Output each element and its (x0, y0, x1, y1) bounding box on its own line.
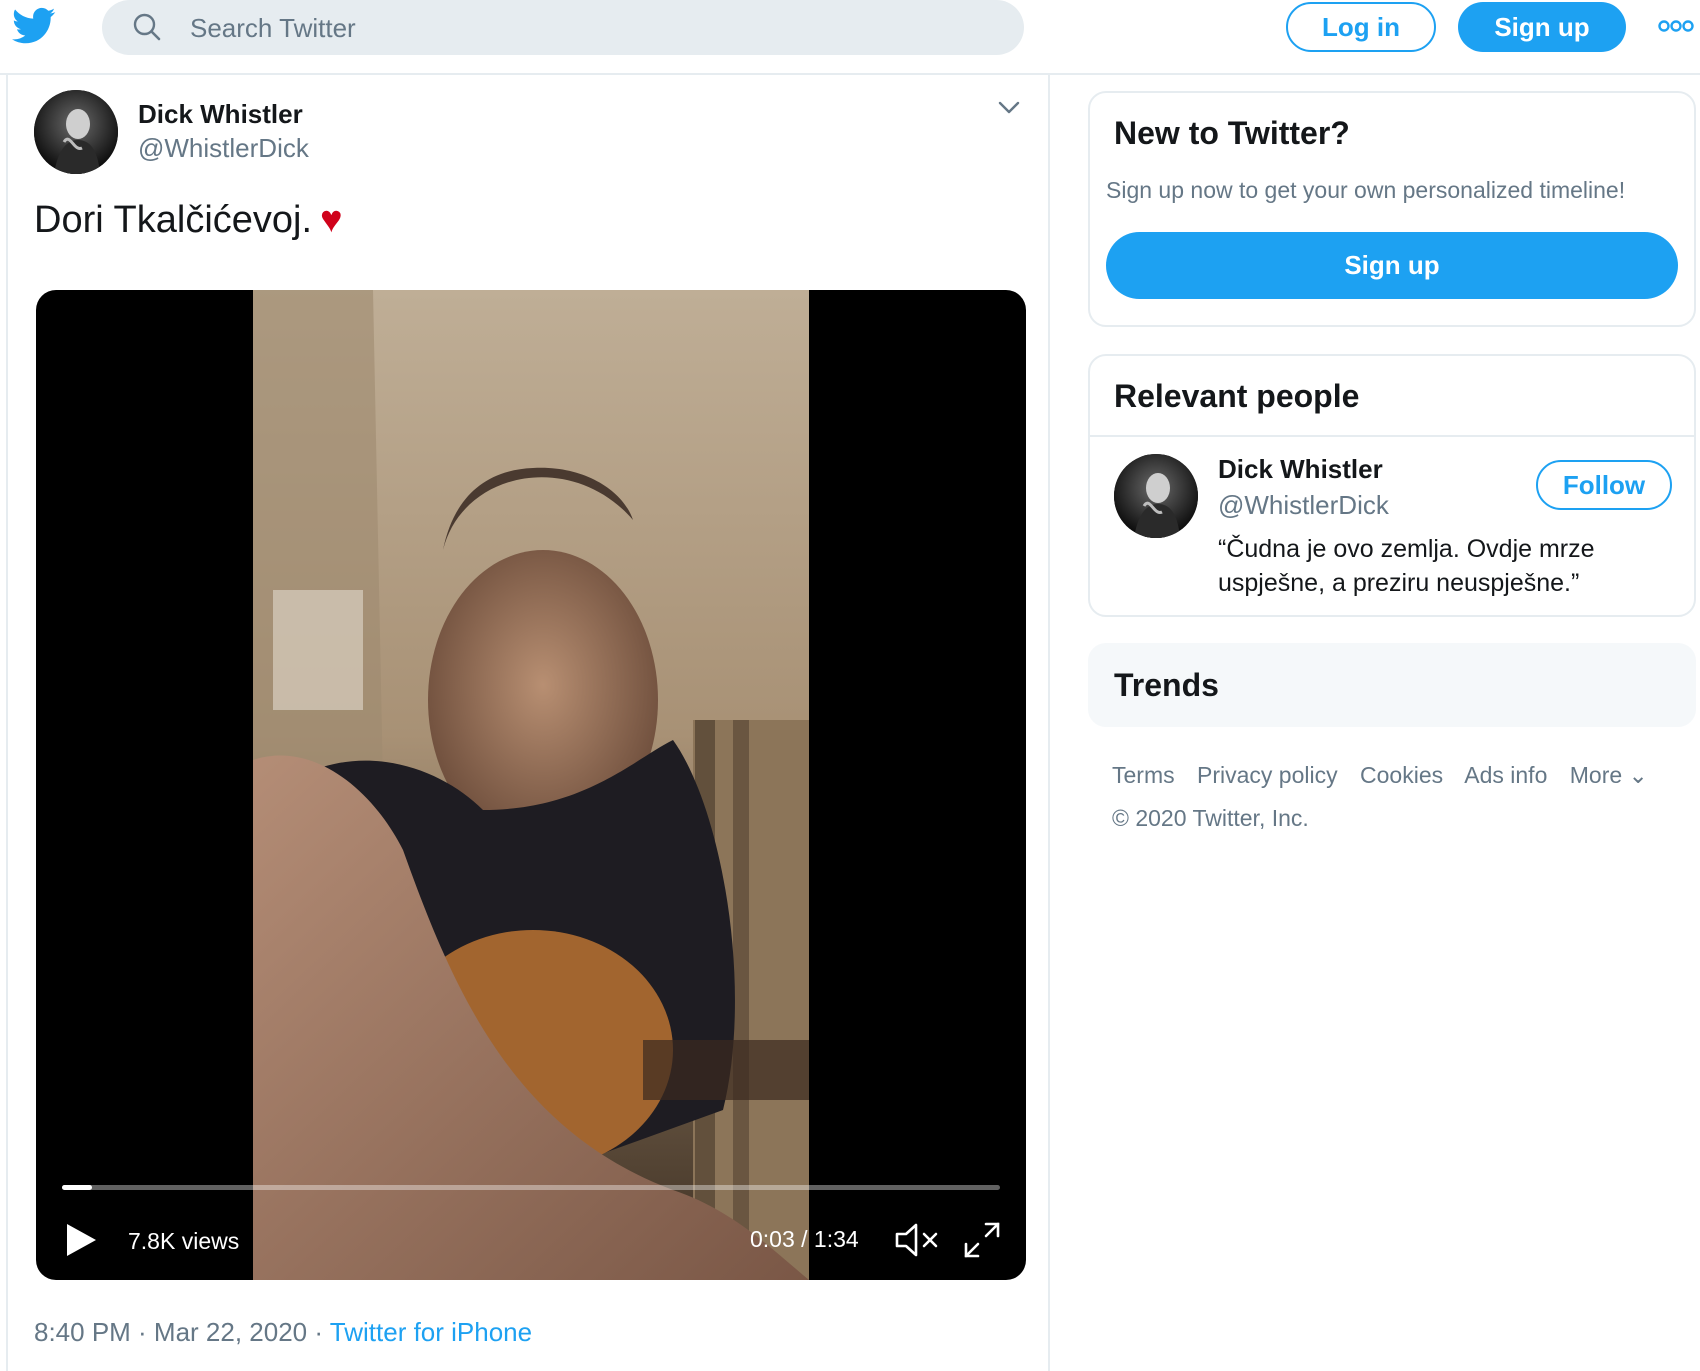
top-bar: Search Twitter Log in Sign up (0, 0, 1700, 75)
more-options-icon[interactable] (1658, 18, 1694, 34)
relevant-person-handle[interactable]: @WhistlerDick (1218, 490, 1389, 521)
heart-emoji-icon: ♥ (320, 199, 343, 241)
video-progress-fill (62, 1185, 93, 1190)
video-still-image (253, 290, 809, 1280)
video-progress-bar[interactable] (62, 1185, 1000, 1190)
footer-copyright: © 2020 Twitter, Inc. (1112, 805, 1309, 831)
trends-card: Trends (1088, 643, 1696, 727)
twitter-bird-icon[interactable] (12, 6, 56, 46)
search-placeholder: Search Twitter (190, 13, 356, 43)
relevant-people-title: Relevant people (1114, 378, 1360, 414)
play-icon[interactable] (64, 1222, 98, 1258)
search-icon (133, 13, 161, 41)
footer-links: Terms Privacy policy Cookies Ads info Mo… (1112, 762, 1672, 789)
tweet-metadata: 8:40 PM · Mar 22, 2020 · Twitter for iPh… (34, 1317, 532, 1348)
footer-link-privacy[interactable]: Privacy policy (1197, 762, 1338, 788)
trends-title: Trends (1114, 667, 1219, 703)
footer-link-ads-info[interactable]: Ads info (1464, 762, 1547, 788)
tweet-author-avatar[interactable] (34, 90, 118, 174)
chevron-down-icon[interactable] (998, 101, 1020, 115)
sidebar-signup-button[interactable]: Sign up (1106, 232, 1678, 299)
footer-link-cookies[interactable]: Cookies (1360, 762, 1443, 788)
tweet-text: Dori Tkalčićevoj. ♥ (34, 199, 343, 242)
video-view-count: 7.8K views (128, 1228, 240, 1254)
sidebar-footer: Terms Privacy policy Cookies Ads info Mo… (1112, 762, 1672, 832)
search-bar[interactable]: Search Twitter (102, 0, 1024, 55)
video-frame (253, 290, 809, 1280)
tweet-column: Dick Whistler @WhistlerDick Dori Tkalčić… (6, 73, 1050, 1371)
video-time: 0:03 / 1:34 (750, 1226, 859, 1252)
relevant-people-card: Relevant people Dick Whistler @WhistlerD… (1088, 354, 1696, 617)
muted-speaker-icon[interactable] (894, 1220, 942, 1260)
follow-button[interactable]: Follow (1536, 460, 1672, 510)
avatar-photo-icon (1114, 454, 1198, 538)
video-player[interactable]: 7.8K views 0:03 / 1:34 (36, 290, 1026, 1280)
relevant-person-avatar[interactable] (1114, 454, 1198, 538)
new-to-twitter-title: New to Twitter? (1114, 115, 1350, 151)
footer-link-terms[interactable]: Terms (1112, 762, 1175, 788)
tweet-text-body: Dori Tkalčićevoj. (34, 199, 313, 241)
signup-button[interactable]: Sign up (1458, 2, 1626, 52)
relevant-person-name[interactable]: Dick Whistler (1218, 454, 1383, 485)
relevant-person-bio: “Čudna je ovo zemlja. Ovdje mrze uspješn… (1218, 535, 1595, 597)
avatar-photo-icon (34, 90, 118, 174)
fullscreen-icon[interactable] (962, 1220, 1002, 1260)
tweet-source-link[interactable]: Twitter for iPhone (330, 1317, 532, 1347)
login-button[interactable]: Log in (1286, 2, 1436, 52)
new-to-twitter-card: New to Twitter? Sign up now to get your … (1088, 91, 1696, 327)
card-divider (1090, 435, 1694, 437)
footer-link-more[interactable]: More ⌄ (1570, 762, 1648, 788)
new-to-twitter-subtitle: Sign up now to get your own personalized… (1106, 177, 1626, 203)
tweet-timestamp[interactable]: 8:40 PM · Mar 22, 2020 · (34, 1317, 330, 1347)
tweet-author-handle[interactable]: @WhistlerDick (138, 133, 309, 164)
tweet-author-name[interactable]: Dick Whistler (138, 99, 303, 130)
